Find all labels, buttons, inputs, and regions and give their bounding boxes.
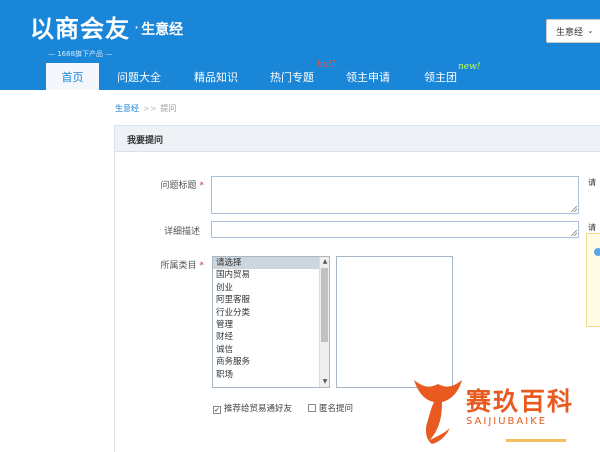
category-option[interactable]: 行业分类 xyxy=(213,307,329,319)
watermark-title: 赛玖百科 xyxy=(466,387,575,416)
desc-hint: 请 xyxy=(588,223,596,232)
logo-dot: · xyxy=(134,18,140,37)
category-option[interactable]: 职场 xyxy=(213,369,329,381)
chevron-down-icon: ⌄ xyxy=(587,26,594,35)
nav-item-label: 领主申请 xyxy=(346,71,390,84)
nav-item-questions[interactable]: 问题大全 xyxy=(117,63,161,90)
watermark: 赛玖百科 SAIJIUBAIKE xyxy=(410,372,600,452)
breadcrumb-home-link[interactable]: 生意经 xyxy=(115,104,139,113)
category-option[interactable]: 创业 xyxy=(213,282,329,294)
category-label-text: 所属类目 xyxy=(160,261,197,271)
title-input[interactable] xyxy=(211,176,579,214)
subcategory-listbox[interactable] xyxy=(336,256,453,388)
logo-tagline: — 1688旗下产品 — xyxy=(48,50,113,58)
nav-item-knowledge[interactable]: 精品知识 xyxy=(194,63,238,90)
new-badge: new! xyxy=(458,62,481,72)
site-logo[interactable]: 以商会友 · 生意经 — 1688旗下产品 — xyxy=(30,9,184,58)
category-option[interactable]: 诚信 xyxy=(213,344,329,356)
listbox-scrollbar[interactable]: ▲ ▼ xyxy=(319,257,329,387)
scroll-thumb[interactable] xyxy=(321,268,328,342)
anonymous-label: 匿名提问 xyxy=(319,404,354,414)
tip-box xyxy=(586,233,600,327)
title-label-text: 问题标题 xyxy=(160,181,197,191)
scroll-up-icon[interactable]: ▲ xyxy=(320,257,329,267)
nav-item-team[interactable]: 领主团 xyxy=(424,63,457,90)
info-icon xyxy=(594,248,600,256)
required-mark: * xyxy=(199,181,205,191)
resize-handle-icon[interactable] xyxy=(571,206,577,212)
category-option[interactable]: 请选择 xyxy=(213,257,329,270)
site-select-value: 生意经 xyxy=(556,28,584,38)
category-option[interactable]: 国内贸易 xyxy=(213,269,329,281)
site-header: 以商会友 · 生意经 — 1688旗下产品 — 生意经 ⌄ 首页 问题大全 精品知识… xyxy=(0,0,600,90)
nav-item-label: 问题大全 xyxy=(117,71,161,84)
scroll-down-icon[interactable]: ▼ xyxy=(320,377,329,387)
nav-item-apply[interactable]: 领主申请 xyxy=(346,63,390,90)
checkbox-checked[interactable]: ✓ xyxy=(213,406,221,414)
description-textarea[interactable] xyxy=(211,221,579,238)
desc-label: 详细描述 xyxy=(163,227,200,237)
logo-sub-text: 生意经 xyxy=(141,22,184,38)
category-option[interactable]: 管理 xyxy=(213,319,329,331)
nav-item-label: 热门专题 xyxy=(270,71,314,84)
hot-badge: hot! xyxy=(317,60,336,70)
watermark-subtitle: SAIJIUBAIKE xyxy=(466,416,548,427)
nav-item-home[interactable]: 首页 xyxy=(46,63,99,90)
breadcrumb-separator: >> xyxy=(143,104,157,113)
category-label: 所属类目 * xyxy=(134,258,204,271)
nav-item-label: 精品知识 xyxy=(194,71,238,84)
category-option[interactable]: 财经 xyxy=(213,331,329,343)
fish-tail-logo-icon xyxy=(414,380,462,444)
recommend-option[interactable]: ✓ 推荐给贸易通好友 xyxy=(213,402,292,414)
nav-item-label: 领主团 xyxy=(424,71,457,84)
panel-title: 我要提问 xyxy=(115,126,600,152)
breadcrumb: 生意经 >> 提问 xyxy=(115,103,176,114)
required-mark: * xyxy=(199,261,205,271)
anonymous-option[interactable]: 匿名提问 xyxy=(308,402,353,414)
nav-item-label: 首页 xyxy=(61,71,84,84)
recommend-label: 推荐给贸易通好友 xyxy=(224,404,293,414)
title-label: 问题标题 * xyxy=(134,178,204,191)
title-hint: 请 xyxy=(588,178,596,187)
category-listbox[interactable]: 请选择 国内贸易 创业 阿里客服 行业分类 管理 财经 诚信 商务服务 职场 ▲… xyxy=(212,256,330,388)
category-option[interactable]: 阿里客服 xyxy=(213,294,329,306)
site-select[interactable]: 生意经 ⌄ xyxy=(546,19,600,43)
resize-handle-icon[interactable] xyxy=(571,230,577,236)
checkbox-unchecked[interactable] xyxy=(308,404,316,412)
logo-main-text: 以商会友 xyxy=(30,15,130,43)
nav-item-topics[interactable]: 热门专题 xyxy=(270,63,314,90)
breadcrumb-current: 提问 xyxy=(160,104,177,113)
category-option[interactable]: 商务服务 xyxy=(213,356,329,368)
watermark-underline xyxy=(506,439,566,442)
